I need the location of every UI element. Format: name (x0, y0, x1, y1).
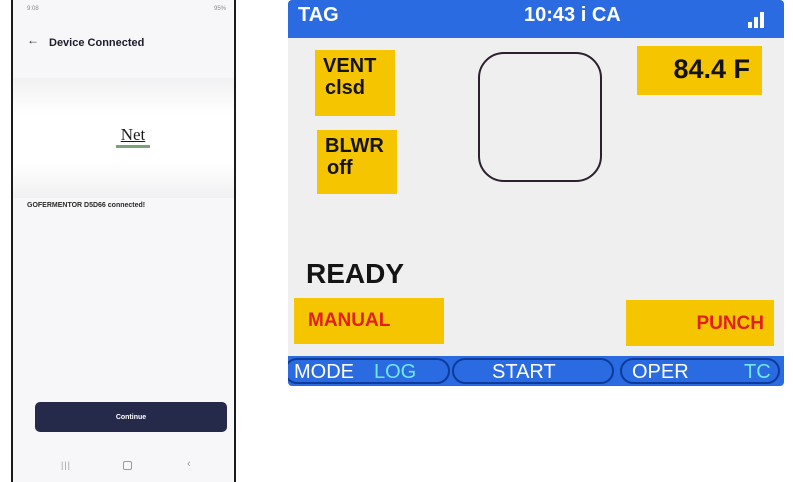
signal-bars-icon (748, 12, 766, 28)
start-button[interactable]: START (452, 358, 614, 384)
recent-apps-icon[interactable]: ||| (61, 460, 71, 470)
clock: 10:43 i CA (524, 4, 621, 26)
bottom-bar: MODE LOG START OPER TC (288, 356, 784, 386)
status-bar: 9:08 95% (13, 6, 234, 16)
logo-text: Net (120, 125, 146, 144)
center-status-frame (478, 52, 602, 182)
tag-label: TAG (298, 4, 339, 26)
blower-state: off (327, 157, 353, 179)
temperature-display: 84.4 F (637, 46, 762, 95)
punch-label: PUNCH (696, 313, 764, 334)
manual-softkey[interactable]: MANUAL (294, 298, 444, 344)
page-title: Device Connected (49, 37, 145, 49)
connection-message: GOFERMENTOR D5D66 connected! (27, 202, 146, 209)
start-label: START (492, 361, 556, 383)
tc-label: TC (744, 361, 771, 383)
android-nav-bar: ||| ‹ (13, 458, 234, 472)
app-header: ← Device Connected (13, 33, 234, 53)
oper-label: OPER (632, 361, 689, 383)
controller-display: TAG 10:43 i CA VENT clsd BLWR off 84.4 F… (288, 0, 784, 386)
mode-label: MODE (294, 361, 354, 383)
phone-screen: 9:08 95% ← Device Connected Net GOFERMEN… (11, 0, 236, 482)
home-icon[interactable] (123, 461, 132, 470)
ready-status: READY (306, 258, 405, 289)
logo-banner: Net (13, 78, 234, 198)
brand-logo: Net (108, 126, 158, 154)
top-bar: TAG 10:43 i CA (288, 0, 784, 38)
continue-button[interactable]: Continue (35, 402, 227, 432)
oper-tc-button[interactable]: OPER TC (620, 358, 780, 384)
punch-softkey[interactable]: PUNCH (626, 300, 774, 346)
vent-indicator: VENT clsd (315, 50, 395, 116)
logo-underline (116, 145, 150, 148)
log-label: LOG (374, 361, 417, 383)
temperature-value: 84.4 F (673, 54, 750, 84)
manual-label: MANUAL (308, 310, 391, 331)
back-chevron-icon[interactable]: ‹ (187, 458, 191, 470)
blower-indicator: BLWR off (317, 130, 397, 194)
vent-state: clsd (325, 77, 366, 99)
arrow-left-icon[interactable]: ← (27, 34, 39, 46)
battery-indicator: 95% (213, 6, 226, 12)
status-time: 9:08 (27, 6, 39, 12)
blower-label: BLWR (325, 135, 384, 157)
vent-label: VENT (323, 55, 377, 77)
mode-log-button[interactable]: MODE LOG (288, 358, 450, 384)
